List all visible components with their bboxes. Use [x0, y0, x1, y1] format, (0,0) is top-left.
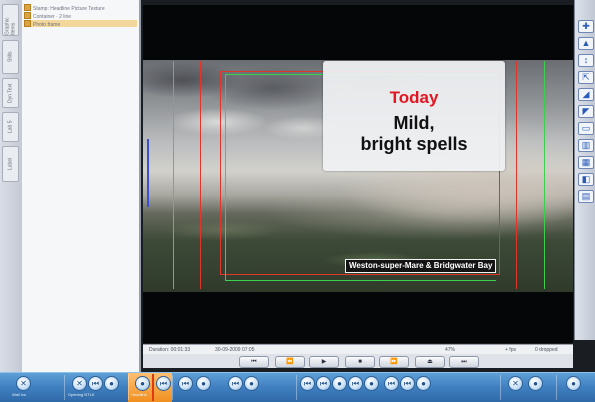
layer-type-icon [24, 4, 31, 11]
layer-item[interactable]: Photo frame [24, 20, 137, 27]
dock-item[interactable]: ⏮ [300, 373, 316, 402]
toolbar-tool-icon[interactable]: ✚ [578, 20, 594, 33]
dock-separator [128, 375, 129, 400]
dock-item[interactable]: ✕ Wall Ivu [12, 373, 32, 402]
weather-caption-card[interactable]: Today Mild, bright spells [323, 61, 505, 171]
dock-item[interactable]: ⏮ [316, 373, 332, 402]
dock-item-label: Headline [131, 392, 147, 397]
skip-icon: ⏮ [156, 376, 171, 391]
close-icon: ✕ [508, 376, 523, 391]
dock-item[interactable]: ✕ [508, 373, 524, 402]
skip-icon: ⏮ [400, 376, 415, 391]
layer-item-label: Stamp: Headline Picture Texture [33, 6, 105, 11]
dock-item[interactable]: ⏮ [228, 373, 244, 402]
dock-separator [172, 375, 173, 400]
rewind-button[interactable]: ⏪ [275, 356, 305, 368]
user-icon: ● [364, 376, 379, 391]
layer-type-icon [24, 12, 31, 19]
user-icon: ● [332, 376, 347, 391]
toolbar-tool-icon[interactable]: ⇱ [578, 71, 594, 84]
skip-icon: ⏮ [300, 376, 315, 391]
dock-item[interactable]: ⏮ [384, 373, 400, 402]
layer-item-label: Photo frame [33, 22, 61, 27]
dock-item[interactable]: ● [528, 373, 544, 402]
right-toolbar: ✚ ▲ ↕ ⇱ ◢ ◤ ▭ ▥ ▦ ◧ ▤ [574, 0, 595, 340]
transport-controls: ⏮ ⏪ ▶ ■ ⏩ ⏏ ⏭ [143, 354, 573, 368]
dock-item[interactable]: ● [196, 373, 212, 402]
dock-item[interactable]: ⏮ [156, 373, 172, 402]
dock-item[interactable]: ● [104, 373, 120, 402]
dock-item[interactable]: ● [332, 373, 348, 402]
skip-icon: ⏮ [228, 376, 243, 391]
dock-item[interactable]: ● Headline [131, 373, 151, 402]
skip-start-button[interactable]: ⏮ [239, 356, 269, 368]
user-icon: ● [528, 376, 543, 391]
user-icon: ● [196, 376, 211, 391]
skip-icon: ⏮ [178, 376, 193, 391]
user-icon: ● [244, 376, 259, 391]
dock-separator [500, 375, 501, 400]
toolbar-tool-icon[interactable]: ▤ [578, 190, 594, 203]
play-button[interactable]: ▶ [309, 356, 339, 368]
close-icon: ✕ [72, 376, 87, 391]
user-icon: ● [135, 376, 150, 391]
preview-monitor[interactable]: Today Mild, bright spells Weston-super-M… [143, 5, 573, 343]
dock-item[interactable]: ● [364, 373, 380, 402]
dock-item[interactable]: ⏮ [348, 373, 364, 402]
side-tab[interactable]: Stills [2, 40, 19, 74]
toolbar-tool-icon[interactable]: ◤ [578, 105, 594, 118]
location-label[interactable]: Weston-super-Mare & Bridgwater Bay [345, 259, 497, 273]
skip-icon: ⏮ [384, 376, 399, 391]
layer-item-label: Container · 2 line [33, 14, 72, 19]
toolbar-tool-icon[interactable]: ▥ [578, 139, 594, 152]
skip-end-button[interactable]: ⏭ [449, 356, 479, 368]
dock-item[interactable]: ⏮ [400, 373, 416, 402]
weather-day-label: Today [389, 88, 439, 107]
bottom-dock: ✕ Wall Ivu ✕ Opening NTLK ⏮ ● ● Headline ⏮ ⏮ ● ⏮ ● ⏮ ⏮… [0, 372, 595, 402]
dock-item[interactable]: ● [416, 373, 432, 402]
toolbar-tool-icon[interactable]: ▲ [578, 37, 594, 50]
toolbar-tool-icon[interactable]: ◧ [578, 173, 594, 186]
dock-item[interactable]: ✕ Opening NTLK [68, 373, 94, 402]
eject-button[interactable]: ⏏ [415, 356, 445, 368]
skip-icon: ⏮ [316, 376, 331, 391]
side-tab[interactable]: Graphic Items [2, 4, 19, 36]
toolbar-tool-icon[interactable]: ▭ [578, 122, 594, 135]
skip-icon: ⏮ [348, 376, 363, 391]
user-icon: ● [104, 376, 119, 391]
weather-description: Mild, bright spells [360, 113, 468, 154]
toolbar-tool-icon[interactable]: ▦ [578, 156, 594, 169]
dock-item-label: Wall Ivu [12, 392, 27, 397]
dock-separator [556, 375, 557, 400]
dock-separator [296, 375, 297, 400]
skip-icon: ⏮ [88, 376, 103, 391]
layer-item[interactable]: Stamp: Headline Picture Texture [24, 4, 137, 11]
dock-item[interactable]: ● [566, 373, 582, 402]
toolbar-tool-icon[interactable]: ↕ [578, 54, 594, 67]
left-blue-marker [147, 139, 149, 207]
user-icon: ● [566, 376, 581, 391]
dock-item[interactable]: ⏮ [178, 373, 194, 402]
layer-type-icon [24, 20, 31, 27]
dock-separator [64, 375, 65, 400]
fast-forward-button[interactable]: ⏩ [379, 356, 409, 368]
stop-button[interactable]: ■ [345, 356, 375, 368]
layer-panel: Stamp: Headline Picture Texture Container… [22, 0, 141, 372]
dock-item[interactable]: ● [244, 373, 260, 402]
layer-item[interactable]: Container · 2 line [24, 12, 137, 19]
toolbar-tool-icon[interactable]: ◢ [578, 88, 594, 101]
user-icon: ● [416, 376, 431, 391]
side-tab[interactable]: Label [2, 146, 19, 182]
close-icon: ✕ [16, 376, 31, 391]
left-tab-strip: Graphic Items Stills Dyn Text Lab 5 Label [0, 0, 23, 372]
dock-item[interactable]: ⏮ [88, 373, 104, 402]
side-tab[interactable]: Dyn Text [2, 78, 19, 108]
side-tab[interactable]: Lab 5 [2, 112, 19, 142]
playhead-marker [152, 374, 154, 401]
